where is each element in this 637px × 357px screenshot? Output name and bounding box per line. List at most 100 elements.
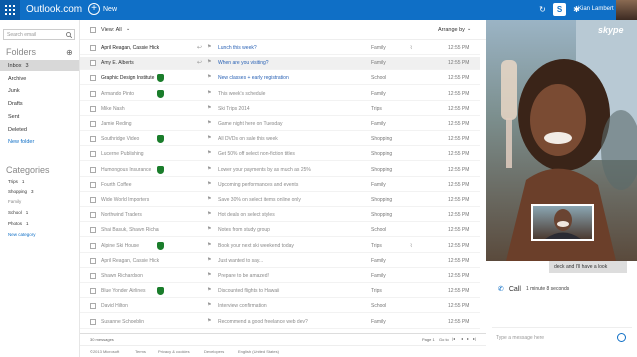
row-checkbox[interactable] — [90, 257, 96, 264]
sidebar-item-archive[interactable]: Archive — [0, 73, 79, 84]
footer-link-language[interactable]: English (United States) — [238, 349, 279, 354]
row-checkbox[interactable] — [90, 45, 96, 51]
row-checkbox[interactable] — [90, 166, 96, 173]
skype-icon[interactable]: S — [553, 3, 566, 16]
list-item[interactable]: Susanne Schoeblin ⚑ Recommend a good freel… — [80, 316, 480, 329]
flag-icon[interactable]: ⚑ — [207, 59, 211, 65]
sweep-icon[interactable]: ↩ — [197, 44, 202, 51]
message-input[interactable]: Type a message here — [492, 327, 632, 349]
row-checkbox[interactable] — [90, 273, 96, 279]
view-filter[interactable]: View: All — [101, 27, 122, 33]
new-message-button[interactable]: + New — [88, 3, 117, 15]
flag-icon[interactable]: ⚑ — [207, 211, 211, 217]
list-item[interactable]: April Reagan, Cassie Hicks ⚑ Just wanted t… — [80, 255, 480, 268]
arrange-by-button[interactable]: Arrange by — [438, 27, 465, 33]
footer-link-privacy[interactable]: Privacy & cookies — [158, 349, 190, 354]
category-count: 1 — [26, 221, 29, 226]
category-item-trips[interactable]: Trips 1 — [0, 177, 79, 187]
flag-icon[interactable]: ⚑ — [207, 120, 211, 126]
flag-icon[interactable]: ⚑ — [207, 135, 211, 141]
category-item-family[interactable]: Family — [0, 197, 79, 207]
row-checkbox[interactable] — [90, 151, 96, 158]
new-category-link[interactable]: New category — [0, 230, 79, 240]
list-item[interactable]: April Reagan, Cassie Hicks ↩ ⚑ Lunch this w… — [80, 42, 480, 55]
row-checkbox[interactable] — [90, 197, 96, 203]
row-checkbox[interactable] — [90, 105, 96, 112]
list-item[interactable]: Southridge Video ⚑ All DVDs on sale this w… — [80, 133, 480, 147]
flag-icon[interactable]: ⚑ — [207, 74, 211, 80]
flag-icon[interactable]: ⚑ — [207, 150, 211, 156]
list-item[interactable]: Mike Nash ⚑ Ski Trips 2014 Trips 12:55 PM — [80, 103, 480, 116]
list-item[interactable]: David Hilton ⚑ Interview confirmation Schoo… — [80, 300, 480, 314]
row-checkbox[interactable] — [90, 242, 96, 249]
flag-icon[interactable]: ⚑ — [207, 105, 211, 111]
category-item-shopping[interactable]: Shopping 3 — [0, 187, 79, 197]
row-checkbox[interactable] — [90, 288, 96, 295]
sweep-icon[interactable]: ↩ — [197, 59, 202, 66]
user-name[interactable]: Kian Lambert — [578, 6, 614, 12]
sidebar-item-sent[interactable]: Sent — [0, 111, 79, 122]
list-item[interactable]: Alpine Ski House ⚑ Book your next ski week… — [80, 240, 480, 253]
refresh-icon[interactable]: ↻ — [536, 3, 549, 16]
search-input[interactable]: Search email — [3, 29, 75, 40]
list-item[interactable]: Blue Yonder Airlines ⚑ Discounted flights … — [80, 285, 480, 299]
row-checkbox[interactable] — [90, 303, 96, 310]
footer-link-developers[interactable]: Developers — [204, 349, 224, 354]
add-folder-icon[interactable]: ⊕ — [66, 48, 73, 57]
flag-icon[interactable]: ⚑ — [207, 90, 211, 96]
emoticon-icon[interactable] — [617, 333, 626, 342]
list-item[interactable]: Jamie Reding ⚑ Game night here on Tuesday F… — [80, 118, 480, 131]
row-checkbox[interactable] — [90, 181, 96, 188]
new-folder-link[interactable]: New folder — [0, 136, 79, 147]
row-checkbox[interactable] — [90, 136, 96, 143]
app-launcher-icon[interactable] — [0, 0, 20, 20]
flag-icon[interactable]: ⚑ — [207, 196, 211, 202]
row-checkbox[interactable] — [90, 60, 96, 67]
category-item-photos[interactable]: Photos 1 — [0, 219, 79, 229]
flag-icon[interactable]: ⚑ — [207, 44, 211, 50]
flag-icon[interactable]: ⚑ — [207, 166, 211, 172]
list-item[interactable]: Fourth Coffee ⚑ Upcoming performances and … — [80, 179, 480, 192]
list-item[interactable]: Shai Basuk, Shawn Richards... ⚑ Notes from… — [80, 224, 480, 238]
brand-logo[interactable]: Outlook.com — [26, 4, 82, 15]
avatar[interactable] — [616, 0, 637, 20]
category-item-school[interactable]: School 1 — [0, 208, 79, 218]
chevron-down-icon[interactable]: ⌄ — [467, 26, 471, 32]
row-checkbox[interactable] — [90, 75, 96, 82]
next-page-icon[interactable]: ▸ — [467, 336, 469, 341]
goto-label[interactable]: Go to — [439, 337, 449, 342]
flag-icon[interactable]: ⚑ — [207, 226, 211, 232]
select-all-checkbox[interactable] — [90, 27, 96, 33]
flag-icon[interactable]: ⚑ — [207, 242, 211, 248]
list-item[interactable]: Amy E. Alberts ↩ ⚑ When are you visiting? Fa… — [80, 57, 480, 71]
list-item[interactable]: Humongous Insurance ⚑ Lower your payments … — [80, 164, 480, 177]
sidebar-item-inbox[interactable]: Inbox 3 — [0, 60, 79, 71]
flag-icon[interactable]: ⚑ — [207, 318, 211, 324]
prev-page-icon[interactable]: ◂ — [461, 336, 463, 341]
row-checkbox[interactable] — [90, 318, 96, 325]
list-item[interactable]: Northwind Traders ⚑ Hot deals on select st… — [80, 209, 480, 223]
flag-icon[interactable]: ⚑ — [207, 287, 211, 293]
sidebar-item-drafts[interactable]: Drafts — [0, 98, 79, 109]
flag-icon[interactable]: ⚑ — [207, 181, 211, 187]
list-item[interactable]: Armando Pinto ⚑ This week's schedule Family… — [80, 88, 480, 101]
flag-icon[interactable]: ⚑ — [207, 257, 211, 263]
chevron-down-icon[interactable]: ⌄ — [126, 26, 130, 32]
list-item[interactable]: Lucerne Publishing ⚑ Get 50% off select no… — [80, 148, 480, 162]
list-item[interactable]: Graphic Design Institute ⚑ New classes + e… — [80, 72, 480, 86]
sidebar-item-junk[interactable]: Junk — [0, 85, 79, 96]
row-checkbox[interactable] — [90, 227, 96, 234]
row-checkbox[interactable] — [90, 90, 96, 97]
row-checkbox[interactable] — [90, 121, 96, 127]
search-icon[interactable] — [66, 32, 72, 38]
footer-link-terms[interactable]: Terms — [135, 349, 146, 354]
row-checkbox[interactable] — [90, 212, 96, 219]
message-sender: Susanne Schoeblin — [101, 318, 145, 325]
list-item[interactable]: Shawn Richardson ⚑ Prepare to be amazed! Fa… — [80, 270, 480, 283]
first-page-icon[interactable]: |◂ — [452, 336, 455, 341]
flag-icon[interactable]: ⚑ — [207, 272, 211, 278]
flag-icon[interactable]: ⚑ — [207, 302, 211, 308]
sidebar-item-deleted[interactable]: Deleted — [0, 124, 79, 135]
list-item[interactable]: Wide World Importers ⚑ Save 30% on select … — [80, 194, 480, 207]
last-page-icon[interactable]: ▸| — [473, 336, 476, 341]
